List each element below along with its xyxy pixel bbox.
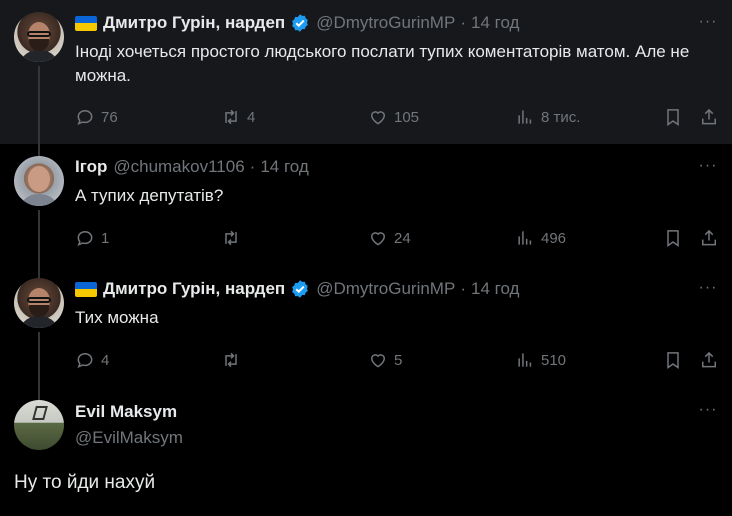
more-icon[interactable]: ··· xyxy=(698,14,718,30)
retweet-icon xyxy=(225,352,237,368)
avatar-gurin[interactable] xyxy=(14,12,64,62)
author-name[interactable]: Ігор xyxy=(75,157,107,177)
tweet-2[interactable]: Ігор @chumakov1106 · 14 год ··· А тупих … xyxy=(0,144,732,266)
timestamp[interactable]: 14 год xyxy=(471,279,519,299)
like-icon xyxy=(370,354,386,368)
more-icon[interactable]: ··· xyxy=(698,158,718,174)
author-handle[interactable]: @EvilMaksym xyxy=(75,428,183,448)
like-icon xyxy=(370,232,386,246)
author-handle[interactable]: @DmytroGurinMP xyxy=(316,279,455,299)
share-button[interactable] xyxy=(699,348,719,372)
like-button[interactable]: 5 xyxy=(368,348,402,372)
more-icon[interactable]: ··· xyxy=(698,402,718,418)
views-count: 496 xyxy=(541,229,567,247)
views-count: 510 xyxy=(541,351,567,369)
like-button[interactable]: 24 xyxy=(368,226,411,250)
reply-count: 1 xyxy=(101,229,110,247)
retweet-button[interactable] xyxy=(221,226,247,250)
ukraine-flag-icon xyxy=(75,281,97,297)
share-icon xyxy=(702,229,716,246)
views-icon xyxy=(518,231,532,245)
views-button[interactable]: 496 xyxy=(515,226,566,250)
thread-line xyxy=(38,332,40,388)
retweet-icon xyxy=(225,109,237,125)
tweet-actions: 1 24 496 xyxy=(75,226,720,250)
verified-badge-icon xyxy=(292,14,309,32)
timestamp[interactable]: 14 год xyxy=(260,157,308,177)
share-button[interactable] xyxy=(699,105,719,129)
like-count: 24 xyxy=(394,229,411,247)
avatar-gurin[interactable] xyxy=(14,278,64,328)
more-icon[interactable]: ··· xyxy=(698,280,718,296)
bookmark-icon xyxy=(667,109,679,126)
tweet-text: Тих можна xyxy=(75,308,159,327)
bookmark-icon xyxy=(667,230,679,247)
avatar-igor[interactable] xyxy=(14,156,64,206)
timestamp[interactable]: 14 год xyxy=(471,13,519,33)
author-name[interactable]: Evil Maksym xyxy=(75,402,177,422)
tweet-actions: 76 4 105 8 тис. xyxy=(75,105,720,129)
reply-icon xyxy=(77,109,93,125)
author-name[interactable]: Дмитро Гурін, нардеп xyxy=(103,279,285,299)
author-name[interactable]: Дмитро Гурін, нардеп xyxy=(103,13,285,33)
views-button[interactable]: 510 xyxy=(515,348,566,372)
like-count: 105 xyxy=(394,108,420,126)
views-count: 8 тис. xyxy=(541,108,581,126)
reply-icon xyxy=(77,352,93,368)
separator-dot: · xyxy=(460,279,466,298)
share-icon xyxy=(702,108,716,125)
avatar-evil-maksym[interactable] xyxy=(14,400,64,450)
reply-button[interactable]: 4 xyxy=(75,348,109,372)
views-icon xyxy=(518,110,532,124)
tweet-text: А тупих депутатів? xyxy=(75,186,224,205)
retweet-icon xyxy=(225,230,237,246)
separator-dot: · xyxy=(249,157,256,176)
separator-dot: · xyxy=(460,13,466,32)
thread-line xyxy=(38,266,40,278)
tweet-3[interactable]: Дмитро Гурін, нардеп @DmytroGurinMP · 14… xyxy=(0,266,732,388)
reply-icon xyxy=(77,230,93,246)
bookmark-icon xyxy=(667,352,679,369)
thread-line xyxy=(38,144,40,156)
author-handle[interactable]: @chumakov1106 xyxy=(113,157,244,177)
tweet-1[interactable]: Дмитро Гурін, нардеп @DmytroGurinMP · 14… xyxy=(0,0,732,144)
bookmark-button[interactable] xyxy=(663,105,683,129)
like-button[interactable]: 105 xyxy=(368,105,419,129)
views-button[interactable]: 8 тис. xyxy=(515,105,580,129)
thread-line xyxy=(38,210,40,266)
tweet-header: Дмитро Гурін, нардеп @DmytroGurinMP · 14… xyxy=(75,278,519,300)
retweet-button[interactable]: 4 xyxy=(221,105,255,129)
reply-count: 76 xyxy=(101,108,118,126)
retweet-count: 4 xyxy=(247,108,256,126)
author-handle[interactable]: @DmytroGurinMP xyxy=(316,13,455,33)
like-icon xyxy=(370,111,386,125)
reply-count: 4 xyxy=(101,351,110,369)
ukraine-flag-icon xyxy=(75,15,97,31)
main-tweet[interactable]: Evil Maksym @EvilMaksym ··· Ну то йди на… xyxy=(0,388,732,516)
tweet-actions: 4 5 510 xyxy=(75,348,720,372)
bookmark-button[interactable] xyxy=(663,226,683,250)
share-icon xyxy=(702,351,716,368)
verified-badge-icon xyxy=(292,280,309,298)
views-icon xyxy=(518,353,532,367)
bookmark-button[interactable] xyxy=(663,348,683,372)
retweet-button[interactable] xyxy=(221,348,247,372)
reply-button[interactable]: 76 xyxy=(75,105,118,129)
thread-line xyxy=(38,388,40,400)
like-count: 5 xyxy=(394,351,403,369)
tweet-header: Ігор @chumakov1106 · 14 год xyxy=(75,156,309,178)
tweet-text: Іноді хочеться простого людського послат… xyxy=(75,42,690,85)
tweet-header: Дмитро Гурін, нардеп @DmytroGurinMP · 14… xyxy=(75,12,519,34)
share-button[interactable] xyxy=(699,226,719,250)
tweet-text: Ну то йди нахуй xyxy=(14,472,156,493)
reply-button[interactable]: 1 xyxy=(75,226,109,250)
thread-line xyxy=(38,66,40,144)
